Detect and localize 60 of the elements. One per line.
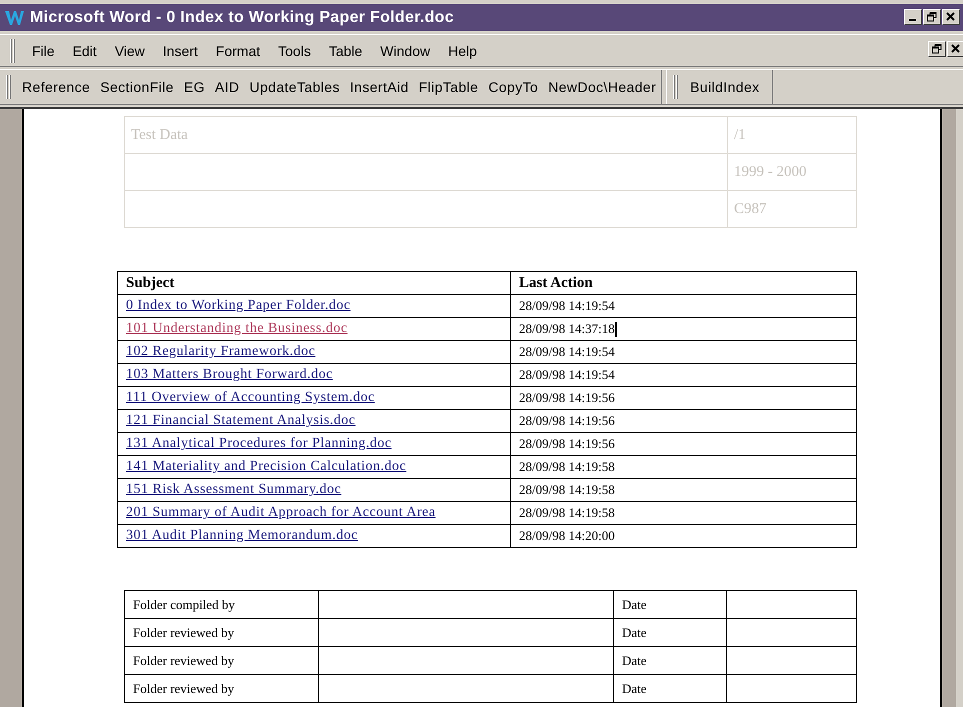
table-cell: 28/09/98 14:19:58 [519, 482, 615, 497]
table-cell: 28/09/98 14:19:54 [519, 367, 615, 382]
table-cell: 28/09/98 14:19:56 [519, 390, 615, 405]
table-cell: 28/09/98 14:19:56 [519, 413, 615, 428]
menu-item[interactable]: Window [371, 42, 440, 58]
menu-item[interactable]: Help [439, 42, 486, 58]
app-icon [4, 8, 24, 26]
table-cell: 28/09/98 14:19:54 [519, 344, 615, 359]
table-cell: Folder reviewed by [124, 674, 318, 702]
grip-handle[interactable] [6, 75, 13, 99]
close-button[interactable] [942, 9, 960, 25]
grip-handle[interactable] [673, 75, 680, 99]
restore-button[interactable] [928, 41, 946, 57]
toolbar-button[interactable]: Reference [17, 77, 96, 97]
menu-item[interactable]: File [23, 42, 64, 58]
table-cell: Test Data [124, 116, 728, 154]
table-cell: Folder reviewed by [124, 646, 318, 674]
minimize-icon [909, 19, 916, 21]
toolbar-button[interactable]: BuildIndex [684, 77, 772, 97]
restore-icon [927, 12, 937, 22]
close-icon [951, 44, 961, 54]
table-cell: 28/09/98 14:19:58 [519, 459, 615, 474]
column-header: Last Action [510, 272, 856, 294]
restore-button[interactable] [923, 9, 941, 25]
table-cell: /1 [728, 116, 856, 154]
toolbar-button[interactable]: UpdateTables [244, 77, 345, 97]
toolbar-button[interactable]: FlipTable [414, 77, 484, 97]
table-cell: C987 [728, 190, 856, 228]
window-title: Microsoft Word - 0 Index to Working Paper Folder.doc [30, 8, 454, 26]
text-cursor [614, 322, 617, 337]
toolbar-button[interactable]: EG [178, 77, 210, 97]
menu-item[interactable]: Format [206, 42, 270, 58]
table-cell: 28/09/98 14:19:58 [519, 505, 615, 520]
table-cell: 28/09/98 14:20:00 [519, 528, 615, 543]
table-cell: 28/09/98 14:19:54 [519, 298, 615, 313]
grip-handle[interactable] [10, 38, 17, 62]
toolbar-button[interactable]: AID [210, 77, 244, 97]
menu-item[interactable]: Insert [154, 42, 207, 58]
table-cell: Date [614, 590, 726, 618]
table-cell: Folder reviewed by [124, 618, 318, 646]
minimize-button[interactable] [904, 9, 922, 25]
table-cell: Date [614, 674, 726, 702]
menu-item[interactable]: View [106, 42, 154, 58]
restore-icon [932, 44, 942, 54]
menu-item[interactable]: Tools [269, 42, 320, 58]
table-cell: 1999 - 2000 [728, 154, 856, 190]
menu-item[interactable]: Table [320, 42, 372, 58]
menu-item[interactable]: Edit [64, 42, 106, 58]
table-cell: Folder compiled by [124, 590, 318, 618]
table-cell: Date [614, 618, 726, 646]
column-header: Subject [118, 272, 510, 294]
close-button[interactable] [947, 41, 963, 57]
table-cell: 28/09/98 14:19:56 [519, 436, 615, 451]
close-icon [946, 12, 956, 22]
toolbar-button[interactable]: SectionFile [95, 77, 179, 97]
toolbar-button[interactable]: InsertAid [344, 77, 414, 97]
table-cell: 28/09/98 14:37:18 [519, 321, 615, 336]
table-cell: Date [614, 646, 726, 674]
toolbar-button[interactable]: CopyTo [483, 77, 544, 97]
toolbar-button[interactable]: NewDoc\Header [543, 77, 662, 97]
